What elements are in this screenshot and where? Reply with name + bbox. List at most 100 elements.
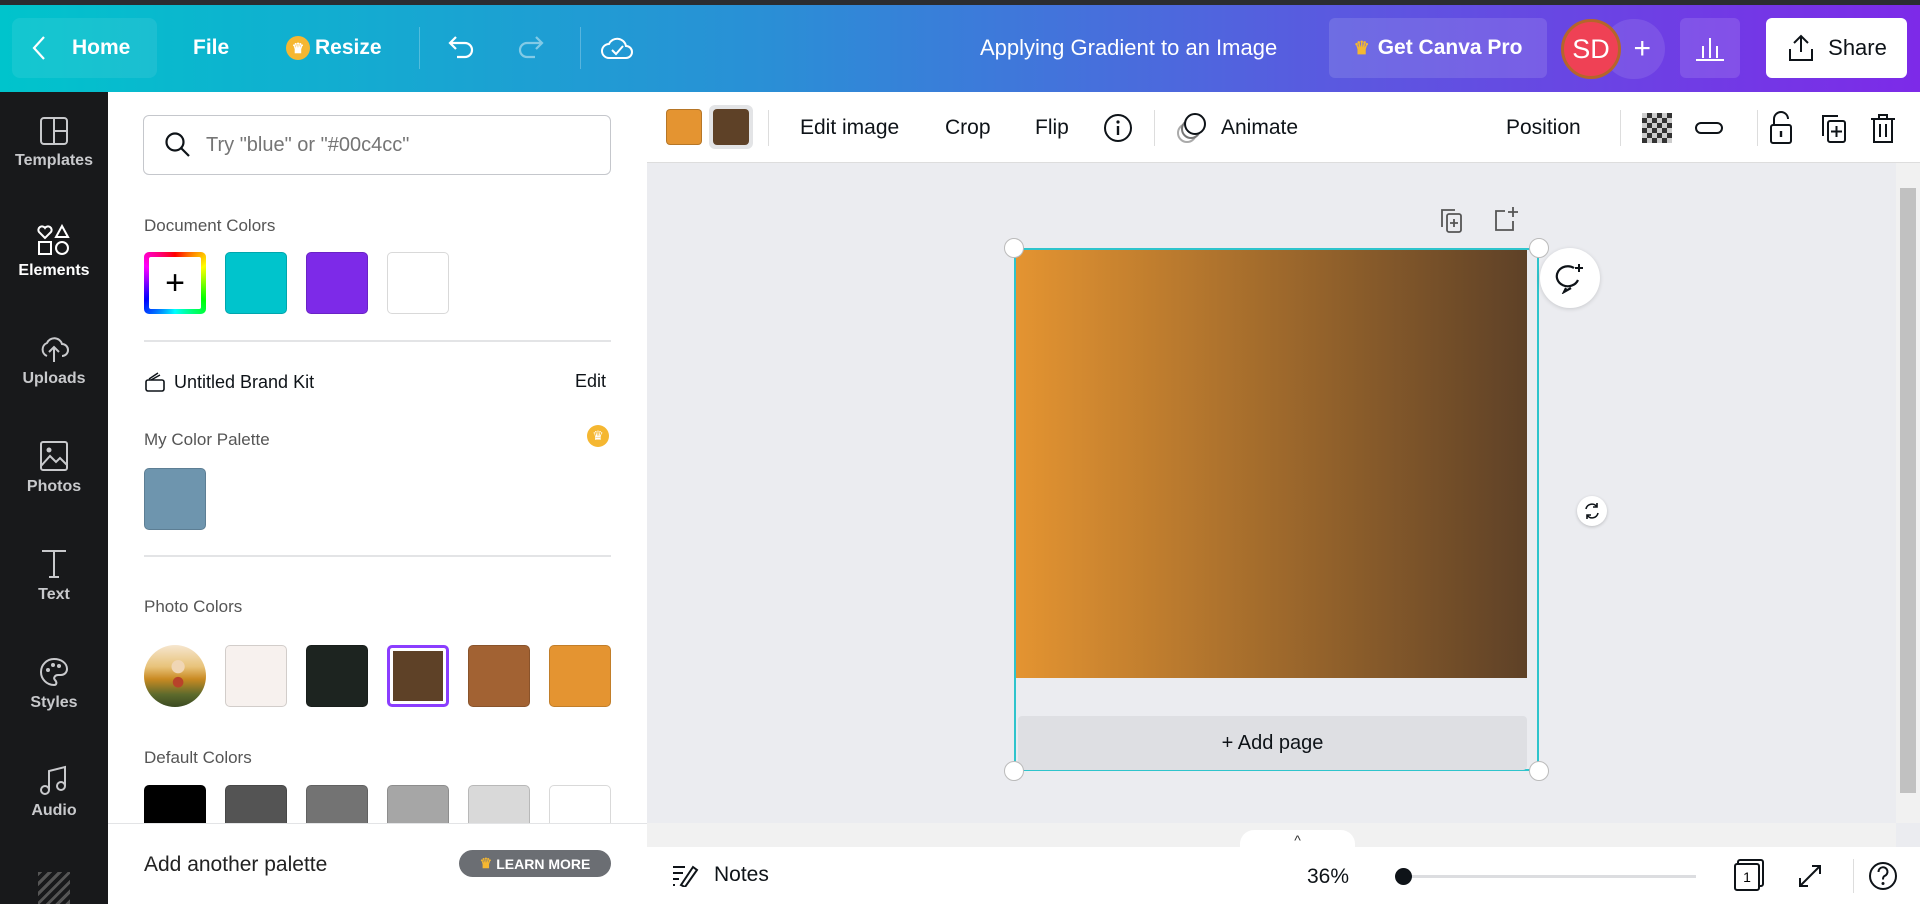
duplicate-icon <box>1822 114 1846 143</box>
styles-icon <box>40 657 69 687</box>
flip-label: Flip <box>1035 115 1069 139</box>
comment-plus-icon <box>1555 264 1583 294</box>
templates-icon <box>40 117 68 145</box>
bottom-bar: Notes 36% 1 <box>647 847 1920 904</box>
document-title[interactable]: Applying Gradient to an Image <box>980 18 1277 78</box>
zoom-slider-track[interactable] <box>1399 875 1696 878</box>
rail-item-styles[interactable]: Styles <box>0 656 108 712</box>
rail-item-audio[interactable]: Audio <box>0 764 108 820</box>
resize-handle-top-left[interactable] <box>1004 238 1024 258</box>
user-avatar[interactable]: SD <box>1561 19 1621 79</box>
photos-icon <box>40 441 68 471</box>
edit-image-label: Edit image <box>800 115 900 139</box>
gradient-color-1-button[interactable] <box>666 109 702 145</box>
transparency-button[interactable] <box>1642 92 1672 163</box>
help-icon <box>1869 862 1897 890</box>
home-button[interactable]: Home <box>12 18 157 78</box>
save-status-button[interactable] <box>600 18 634 78</box>
toolbar-divider <box>1620 110 1621 146</box>
chevron-left-icon <box>32 36 45 60</box>
zoom-percentage[interactable]: 36% <box>1307 865 1349 889</box>
get-canva-pro-button[interactable]: ♛ Get Canva Pro <box>1329 18 1547 78</box>
add-page-icon-button[interactable] <box>1493 205 1519 238</box>
toolbar-divider <box>1757 110 1758 146</box>
rail-label: Text <box>38 586 70 603</box>
rail-item-templates[interactable]: Templates <box>0 116 108 170</box>
home-label: Home <box>72 36 131 59</box>
default-color-swatch[interactable] <box>225 785 287 823</box>
page-count-button[interactable]: 1 <box>1734 859 1764 891</box>
lock-button[interactable] <box>1767 92 1795 163</box>
resize-handle-top-right[interactable] <box>1529 238 1549 258</box>
fullscreen-button[interactable] <box>1797 863 1823 894</box>
more-apps-icon[interactable] <box>38 872 70 904</box>
info-button[interactable] <box>1102 92 1134 163</box>
rail-item-photos[interactable]: Photos <box>0 440 108 496</box>
gradient-image[interactable] <box>1016 250 1527 678</box>
rail-label: Styles <box>30 694 78 711</box>
link-button[interactable] <box>1693 92 1725 163</box>
delete-button[interactable] <box>1869 92 1897 163</box>
toolbar-divider <box>768 110 769 146</box>
crop-button[interactable]: Crop <box>945 92 991 163</box>
add-page-label: + Add page <box>1221 731 1324 754</box>
redo-button[interactable] <box>515 18 547 78</box>
add-another-palette-label: Add another palette <box>144 853 328 876</box>
zoom-slider-thumb[interactable] <box>1394 868 1412 885</box>
rail-item-uploads[interactable]: Uploads <box>0 332 108 388</box>
resize-button[interactable]: ♛ Resize <box>286 18 382 78</box>
bottom-divider <box>1853 859 1854 893</box>
header-divider <box>580 27 581 69</box>
copy-page-icon <box>1441 209 1462 233</box>
resize-handle-bottom-left[interactable] <box>1004 761 1024 781</box>
notes-button[interactable]: Notes <box>671 863 769 887</box>
edit-image-button[interactable]: Edit image <box>800 92 899 163</box>
rail-item-text[interactable]: Text <box>0 548 108 604</box>
animate-icon <box>1177 112 1206 143</box>
rail-label: Templates <box>15 152 93 169</box>
position-button[interactable]: Position <box>1506 92 1581 163</box>
rotate-button[interactable] <box>1577 496 1607 526</box>
panel-footer: Add another palette ♛ LEARN MORE <box>108 823 647 904</box>
vertical-scrollbar[interactable] <box>1896 163 1920 823</box>
default-color-swatch[interactable] <box>549 785 611 823</box>
trash-icon <box>1871 113 1895 143</box>
default-color-swatch[interactable] <box>387 785 449 823</box>
undo-button[interactable] <box>445 18 477 78</box>
add-comment-button[interactable] <box>1540 248 1600 308</box>
resize-handle-bottom-right[interactable] <box>1529 761 1549 781</box>
cloud-check-icon <box>601 37 633 59</box>
help-button[interactable] <box>1867 860 1899 897</box>
duplicate-button[interactable] <box>1818 92 1848 163</box>
gradient-color-2-button[interactable] <box>709 105 753 149</box>
crown-icon: ♛ <box>1353 37 1370 58</box>
crown-icon: ♛ <box>286 36 310 60</box>
info-icon <box>1104 113 1132 142</box>
canvas-area: + Add page <box>647 163 1896 823</box>
analytics-button[interactable] <box>1680 18 1740 78</box>
upload-icon <box>41 337 69 362</box>
unlock-icon <box>1770 110 1792 144</box>
rail-item-elements[interactable]: Elements <box>0 224 108 280</box>
copy-page-button[interactable] <box>1439 207 1465 240</box>
learn-more-button[interactable]: ♛ LEARN MORE <box>459 850 611 877</box>
flip-button[interactable]: Flip <box>1035 92 1069 163</box>
notes-icon <box>673 865 699 887</box>
share-button[interactable]: Share <box>1766 18 1907 78</box>
top-header: Home File ♛ Resize Applying Gradient to … <box>0 5 1920 92</box>
share-upload-icon <box>1789 34 1814 61</box>
add-page-button[interactable]: + Add page <box>1018 716 1527 770</box>
crop-label: Crop <box>945 115 991 139</box>
default-color-swatch[interactable] <box>468 785 530 823</box>
file-label: File <box>193 36 230 59</box>
default-color-swatch[interactable] <box>144 785 206 823</box>
file-menu-button[interactable]: File <box>193 18 229 78</box>
default-color-swatch[interactable] <box>306 785 368 823</box>
animate-button[interactable]: Animate <box>1175 92 1298 163</box>
redo-icon <box>518 36 544 59</box>
get-canva-pro-label: Get Canva Pro <box>1377 36 1523 59</box>
learn-more-label: LEARN MORE <box>496 855 591 872</box>
scrollbar-thumb[interactable] <box>1900 188 1916 793</box>
page-count: 1 <box>1734 863 1760 891</box>
crown-icon: ♛ <box>479 855 493 871</box>
